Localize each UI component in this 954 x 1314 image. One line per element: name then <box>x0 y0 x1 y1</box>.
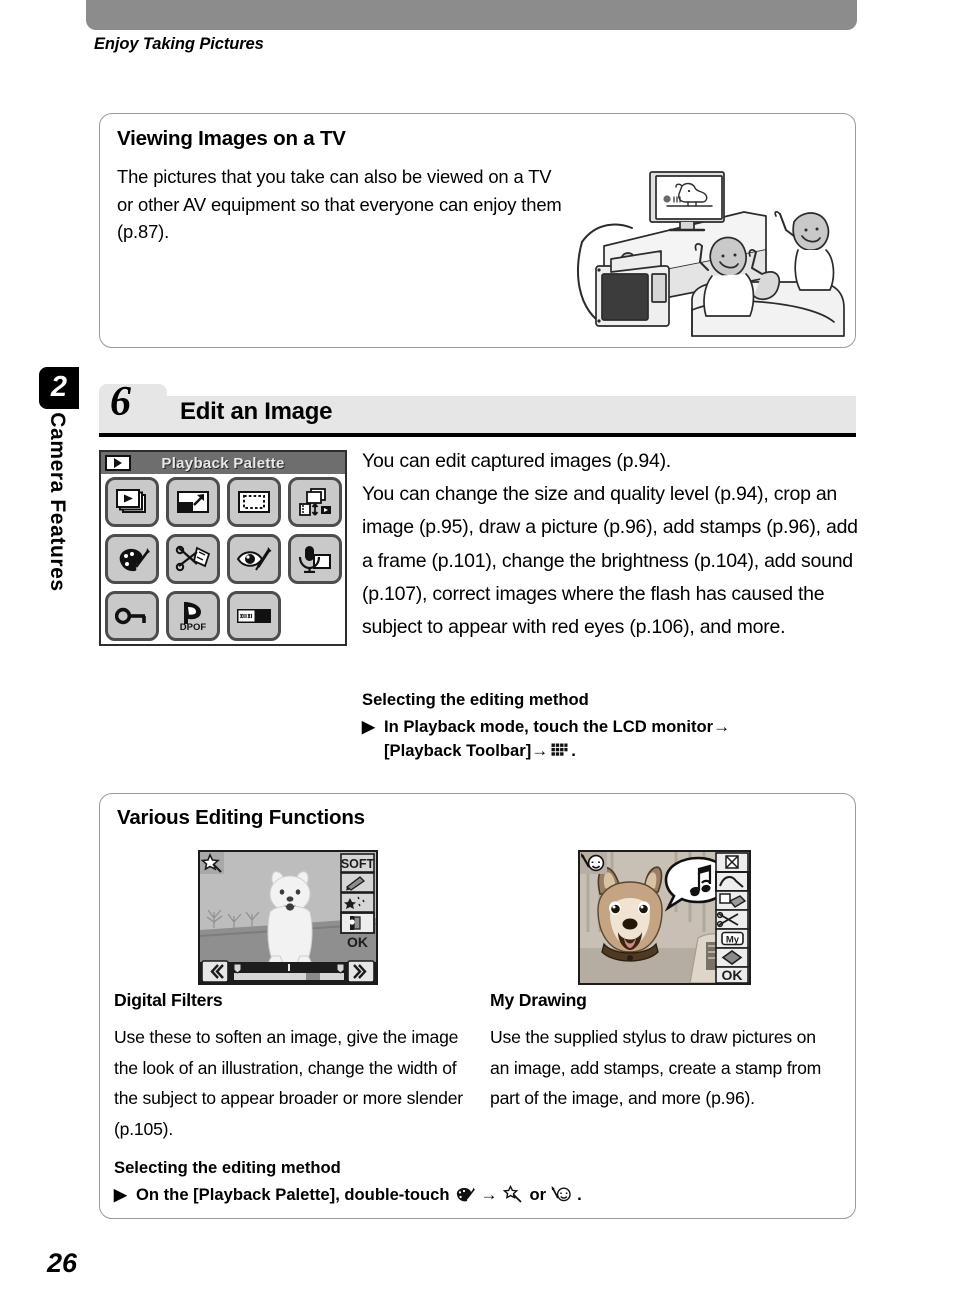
drawing-palette-icon[interactable] <box>104 533 159 584</box>
svg-text:OK: OK <box>347 934 368 950</box>
voice-memo-icon[interactable] <box>287 533 342 584</box>
palette-cell <box>101 531 162 588</box>
svg-text:DPOF: DPOF <box>179 622 206 632</box>
palette-cell-empty <box>284 587 345 644</box>
playback-palette-titlebar: Playback Palette <box>101 452 345 474</box>
chapter-name-vertical: Camera Features <box>46 412 69 592</box>
selecting-method-heading-2: Selecting the editing method <box>114 1158 341 1177</box>
step-text-after-arrow: [Playback Toolbar] <box>384 741 532 760</box>
playback-palette-grid-icon <box>551 742 568 767</box>
tv-panel-body: The pictures that you take can also be v… <box>117 166 562 242</box>
section-title: Edit an Image <box>180 398 333 425</box>
dpof-icon[interactable]: DPOF <box>165 590 220 641</box>
my-drawing-caption-body: Use the supplied stylus to draw pictures… <box>490 1027 822 1108</box>
running-head: Enjoy Taking Pictures <box>94 35 264 53</box>
step-text-before-arrow: In Playback mode, touch the LCD monitor <box>384 716 714 736</box>
step2-end-period: . <box>577 1184 582 1204</box>
my-drawing-caption-title: My Drawing <box>490 990 587 1010</box>
step2-text: On the [Playback Palette], double-touch <box>136 1184 450 1204</box>
selecting-method-heading: Selecting the editing method <box>362 690 589 709</box>
palette-cell <box>284 474 345 531</box>
palette-cell <box>223 531 284 588</box>
or-word: or <box>529 1184 547 1204</box>
cropping-icon[interactable] <box>226 477 281 528</box>
playback-palette-screen[interactable]: Playback Palette DPOF <box>99 450 347 646</box>
arrow-icon-2: → <box>531 741 549 760</box>
palette-cell <box>162 474 223 531</box>
page-number: 26 <box>47 1248 78 1278</box>
svg-text:SOFT: SOFT <box>341 857 375 871</box>
red-eye-compensation-icon[interactable] <box>226 533 281 584</box>
top-grey-bar <box>86 0 857 30</box>
svg-text:OK: OK <box>722 967 743 983</box>
section-body-text: You can edit captured images (p.94). You… <box>362 450 858 639</box>
arrow-icon-3: → <box>480 1184 498 1204</box>
selecting-method-step: ▶ In Playback mode, touch the LCD monitor… <box>362 715 862 767</box>
palette-cell <box>223 587 284 644</box>
palette-cell <box>223 474 284 531</box>
drawing-palette-icon <box>454 1186 476 1211</box>
svg-text:My: My <box>726 935 740 946</box>
playback-palette-grid: DPOF <box>101 474 345 644</box>
digital-filters-screen[interactable]: SOFT OK <box>198 850 378 985</box>
slideshow-icon[interactable] <box>104 477 159 528</box>
my-drawing-screen[interactable]: My OK <box>578 850 751 985</box>
selecting-method-block-top: Selecting the editing method ▶ In Playbac… <box>362 688 862 767</box>
step-end-period: . <box>571 741 576 760</box>
start-up-screen-icon[interactable] <box>226 590 281 641</box>
image-copy-icon[interactable] <box>287 477 342 528</box>
palette-cell <box>101 474 162 531</box>
my-drawing-face-icon <box>551 1185 572 1211</box>
empty-slot <box>288 591 342 641</box>
selecting-method-block-bottom: Selecting the editing method ▶ On the [Pl… <box>114 1156 814 1210</box>
selecting-method-step-2: ▶ On the [Playback Palette], double-touch… <box>114 1183 814 1211</box>
playback-palette-title: Playback Palette <box>161 454 285 472</box>
digital-filter-wand-icon <box>503 1184 523 1211</box>
palette-cell: DPOF <box>162 587 223 644</box>
section-heading-rule <box>99 433 856 437</box>
people-watching-tv-illustration <box>566 150 854 348</box>
palette-cell <box>101 587 162 644</box>
digital-filters-caption-title: Digital Filters <box>114 990 223 1010</box>
resize-icon[interactable] <box>165 477 220 528</box>
digital-filters-caption-body: Use these to soften an image, give the i… <box>114 1027 463 1139</box>
palette-cell <box>162 531 223 588</box>
tv-panel-title: Viewing Images on a TV <box>117 127 346 150</box>
protect-key-icon[interactable] <box>104 590 159 641</box>
arrow-icon: → <box>713 716 731 736</box>
image-cut-paste-icon[interactable] <box>165 533 220 584</box>
bullet-triangle-icon: ▶ <box>362 716 375 736</box>
various-panel-title: Various Editing Functions <box>117 806 365 829</box>
palette-cell <box>284 531 345 588</box>
bullet-triangle-icon-2: ▶ <box>114 1184 127 1204</box>
section-number: 6 <box>110 379 131 425</box>
